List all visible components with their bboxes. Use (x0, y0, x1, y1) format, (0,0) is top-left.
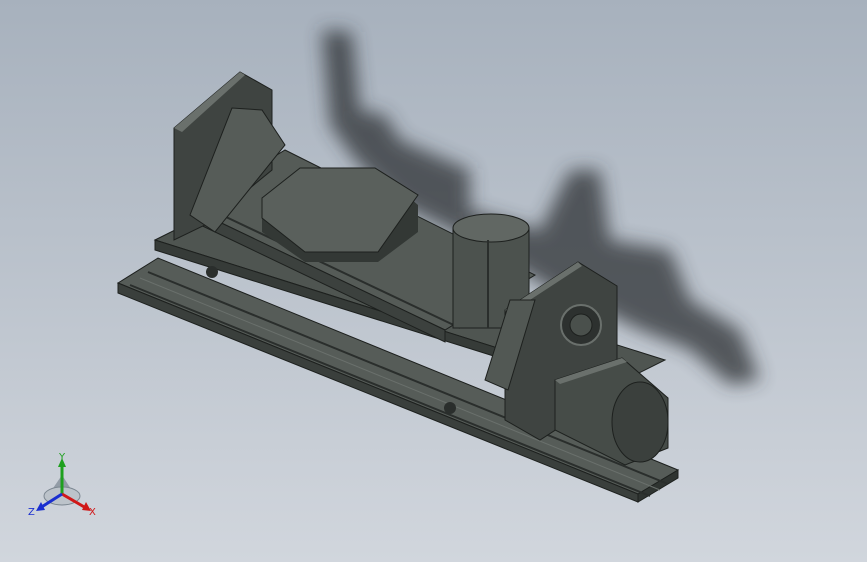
model-view[interactable]: Y X Z (0, 0, 867, 562)
coordinate-triad[interactable]: Y X Z (28, 452, 96, 518)
graphics-viewport[interactable]: Y X Z (0, 0, 867, 562)
rotary-table (261, 167, 419, 262)
triad-x-label: X (89, 507, 96, 518)
triad-z-label: Z (28, 507, 35, 518)
triad-y-label: Y (58, 452, 66, 463)
